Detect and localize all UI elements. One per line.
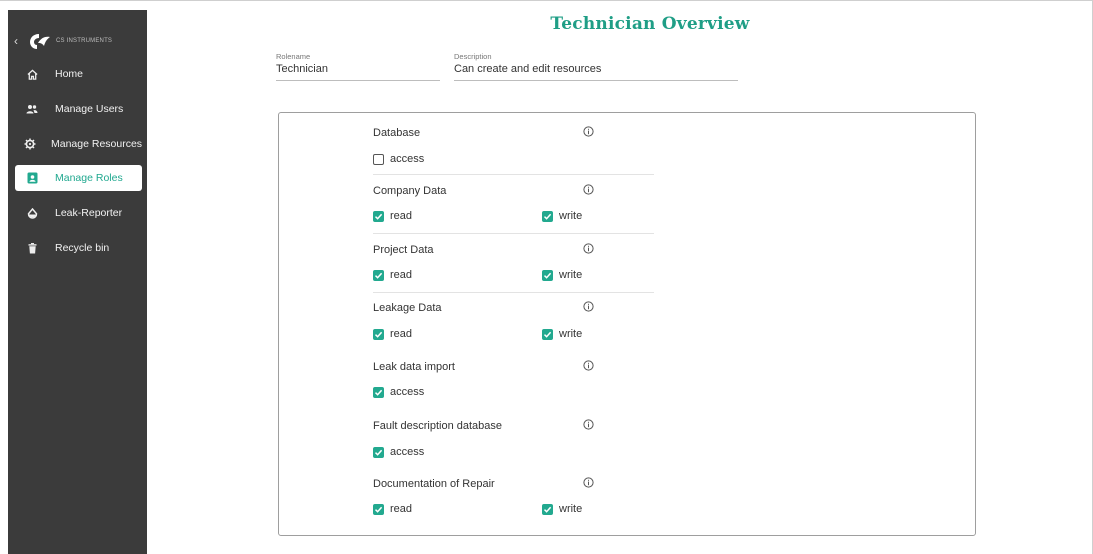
rolename-input[interactable]: Technician (276, 63, 440, 81)
checkbox-unchecked-icon (373, 153, 384, 165)
documentation-of-repair-write-checkbox[interactable]: write (542, 503, 582, 515)
sidebar-item-manage-resources[interactable]: Manage Resources (15, 131, 142, 157)
logo-row: ‹ CS INSTRUMENTS (8, 26, 147, 56)
checkbox-checked-icon (542, 210, 553, 222)
sidebar-item-manage-users[interactable]: Manage Users (15, 96, 142, 122)
cs-instruments-logo (30, 34, 50, 49)
users-icon (24, 101, 40, 117)
permission-title: Documentation of Repair (373, 478, 495, 490)
info-icon[interactable] (583, 360, 594, 371)
permission-title: Fault description database (373, 420, 503, 432)
sidebar-item-label: Manage Resources (51, 138, 143, 150)
permission-title: Database (373, 127, 421, 139)
sidebar-item-label: Recycle bin (55, 242, 110, 254)
checkbox-checked-icon (373, 503, 384, 515)
permission-option-label: write (559, 269, 583, 281)
info-icon[interactable] (583, 477, 594, 488)
info-icon[interactable] (583, 243, 594, 254)
permission-option-label: read (390, 503, 413, 515)
leakage-data-read-checkbox[interactable]: read (373, 328, 412, 340)
chevron-left-icon[interactable]: ‹ (9, 34, 23, 48)
info-icon[interactable] (583, 126, 594, 137)
checkbox-checked-icon (542, 328, 553, 340)
permission-title: Project Data (373, 244, 434, 256)
sidebar-item-label: Leak-Reporter (55, 207, 123, 219)
permission-group-leakage-data: Leakage Data read write (373, 301, 654, 342)
checkbox-checked-icon (373, 328, 384, 340)
checkbox-checked-icon (373, 210, 384, 222)
sidebar-item-label: Home (55, 68, 84, 80)
sidebar: ‹ CS INSTRUMENTS Home Manage Users Manag… (8, 10, 147, 554)
checkbox-checked-icon (373, 446, 384, 458)
sidebar-item-label: Manage Users (55, 103, 124, 115)
info-icon[interactable] (583, 301, 594, 312)
rolename-label: Rolename (276, 52, 311, 61)
checkbox-checked-icon (542, 269, 553, 281)
permission-title: Leak data import (373, 361, 455, 373)
company-data-read-checkbox[interactable]: read (373, 210, 412, 222)
checkbox-checked-icon (373, 269, 384, 281)
fault-description-database-access-checkbox[interactable]: access (373, 446, 424, 458)
permission-option-label: access (390, 446, 425, 458)
info-icon[interactable] (583, 184, 594, 195)
permissions-panel: Database access Company Data read write … (278, 112, 976, 536)
sidebar-item-label: Manage Roles (55, 172, 123, 184)
drop-icon (24, 205, 40, 221)
leakage-data-write-checkbox[interactable]: write (542, 328, 582, 340)
permission-group-leak-data-import: Leak data import access (373, 360, 654, 401)
permission-group-project-data: Project Data read write (373, 243, 654, 293)
page-title: Technician Overview (550, 14, 750, 34)
project-data-read-checkbox[interactable]: read (373, 269, 412, 281)
leak-data-import-access-checkbox[interactable]: access (373, 386, 424, 398)
description-input[interactable]: Can create and edit resources (454, 63, 738, 81)
permission-group-fault-description-database: Fault description database access (373, 419, 654, 460)
logo-text: CS INSTRUMENTS (56, 38, 113, 44)
permission-option-label: write (559, 328, 583, 340)
documentation-of-repair-read-checkbox[interactable]: read (373, 503, 412, 515)
company-data-write-checkbox[interactable]: write (542, 210, 582, 222)
badge-icon (24, 170, 40, 186)
home-icon (24, 66, 40, 82)
permission-option-label: read (390, 328, 413, 340)
trash-icon (24, 240, 40, 256)
database-access-checkbox[interactable]: access (373, 153, 424, 165)
sidebar-item-leak-reporter[interactable]: Leak-Reporter (15, 200, 142, 226)
cog-icon (24, 136, 36, 152)
sidebar-item-home[interactable]: Home (15, 61, 142, 87)
description-label: Description (454, 52, 492, 61)
checkbox-checked-icon (542, 503, 553, 515)
sidebar-item-manage-roles[interactable]: Manage Roles (15, 165, 142, 191)
checkbox-checked-icon (373, 386, 384, 398)
permission-group-database: Database access (373, 126, 654, 175)
permission-option-label: read (390, 269, 413, 281)
rolename-field[interactable]: Rolename Technician (276, 52, 440, 81)
permission-group-documentation-of-repair: Documentation of Repair read write (373, 477, 654, 518)
project-data-write-checkbox[interactable]: write (542, 269, 582, 281)
permission-title: Leakage Data (373, 302, 442, 314)
info-icon[interactable] (583, 419, 594, 430)
permission-option-label: write (559, 210, 583, 222)
permission-option-label: read (390, 210, 413, 222)
permission-option-label: write (559, 503, 583, 515)
permission-title: Company Data (373, 185, 447, 197)
description-field[interactable]: Description Can create and edit resource… (454, 52, 738, 81)
sidebar-item-recycle-bin[interactable]: Recycle bin (15, 235, 142, 261)
permission-option-label: access (390, 153, 425, 165)
permission-group-company-data: Company Data read write (373, 184, 654, 234)
permission-option-label: access (390, 386, 425, 398)
